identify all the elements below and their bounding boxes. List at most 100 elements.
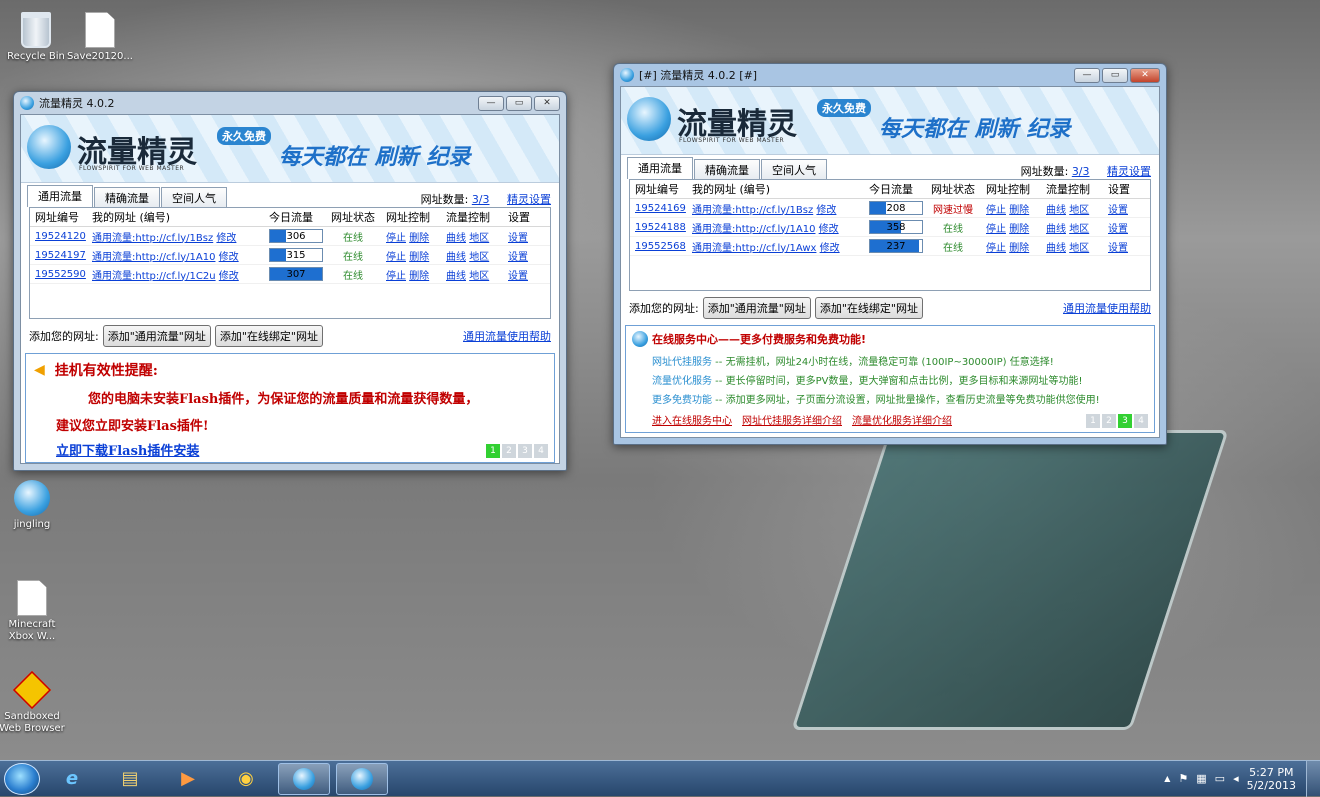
network-icon[interactable]: ▦ <box>1196 772 1206 785</box>
desktop-icon-minecraft[interactable]: Minecraft Xbox W... <box>0 580 68 643</box>
settings-link[interactable]: 精灵设置 <box>507 193 551 206</box>
edit-link[interactable]: 修改 <box>219 271 239 282</box>
url-id-link[interactable]: 19524169 <box>630 203 688 214</box>
url-id-link[interactable]: 19524188 <box>630 222 688 233</box>
close-button[interactable]: ✕ <box>1130 67 1160 83</box>
hosting-detail-link[interactable]: 网址代挂服务详细介绍 <box>742 412 842 427</box>
service-name[interactable]: 网址代挂服务 <box>652 357 712 368</box>
curve-link[interactable]: 曲线 <box>446 233 466 244</box>
setup-link[interactable]: 设置 <box>508 233 528 244</box>
delete-link[interactable]: 删除 <box>1009 224 1029 235</box>
close-button[interactable]: ✕ <box>534 95 560 111</box>
show-hidden-icons-button[interactable]: ▲ <box>1164 774 1170 783</box>
add-online-bind-url-button[interactable]: 添加"在线绑定"网址 <box>814 297 923 319</box>
help-link[interactable]: 通用流量使用帮助 <box>1063 300 1151 316</box>
add-online-bind-url-button[interactable]: 添加"在线绑定"网址 <box>214 325 323 347</box>
desktop-icon-sandboxed-browser[interactable]: Sandboxed Web Browser <box>0 670 68 735</box>
stop-link[interactable]: 停止 <box>386 271 406 282</box>
url-id-link[interactable]: 19524197 <box>30 250 88 261</box>
optimization-detail-link[interactable]: 流量优化服务详细介绍 <box>852 412 952 427</box>
page-button-4[interactable]: 4 <box>534 444 548 458</box>
add-common-url-button[interactable]: 添加"通用流量"网址 <box>702 297 811 319</box>
title-bar[interactable]: [#] 流量精灵 4.0.2 [#] — ▭ ✕ <box>620 64 1160 86</box>
region-link[interactable]: 地区 <box>469 252 489 263</box>
delete-link[interactable]: 删除 <box>409 233 429 244</box>
url-id-link[interactable]: 19552568 <box>630 241 688 252</box>
desktop-icon-save-file[interactable]: Save20120... <box>64 12 136 63</box>
clock[interactable]: 5:27 PM 5/2/2013 <box>1247 766 1296 792</box>
flowspirit-taskbar-button-1[interactable] <box>278 762 330 795</box>
minimize-button[interactable]: — <box>1074 67 1100 83</box>
title-bar[interactable]: 流量精灵 4.0.2 — ▭ ✕ <box>20 92 560 114</box>
edit-link[interactable]: 修改 <box>819 224 839 235</box>
stop-link[interactable]: 停止 <box>986 243 1006 254</box>
setup-link[interactable]: 设置 <box>508 271 528 282</box>
url-link[interactable]: 通用流量:http://cf.ly/1Bsz <box>692 205 813 216</box>
tab-common-traffic[interactable]: 通用流量 <box>27 185 93 207</box>
display-icon[interactable]: ▭ <box>1215 772 1225 785</box>
setup-link[interactable]: 设置 <box>1108 224 1128 235</box>
delete-link[interactable]: 删除 <box>1009 205 1029 216</box>
curve-link[interactable]: 曲线 <box>1046 243 1066 254</box>
stop-link[interactable]: 停止 <box>986 205 1006 216</box>
page-button-2[interactable]: 2 <box>502 444 516 458</box>
edit-link[interactable]: 修改 <box>820 243 840 254</box>
stop-link[interactable]: 停止 <box>386 233 406 244</box>
volume-icon[interactable]: ◂ <box>1233 772 1239 785</box>
curve-link[interactable]: 曲线 <box>1046 224 1066 235</box>
page-button-1[interactable]: 1 <box>1086 414 1100 428</box>
region-link[interactable]: 地区 <box>1069 243 1089 254</box>
maximize-button[interactable]: ▭ <box>506 95 532 111</box>
download-flash-link[interactable]: 立即下载Flash插件安装 <box>26 434 199 459</box>
region-link[interactable]: 地区 <box>469 233 489 244</box>
tab-space-popularity[interactable]: 空间人气 <box>761 159 827 179</box>
delete-link[interactable]: 删除 <box>1009 243 1029 254</box>
file-explorer-icon[interactable]: ▤ <box>104 763 156 795</box>
url-link[interactable]: 通用流量:http://cf.ly/1C2u <box>92 271 216 282</box>
setup-link[interactable]: 设置 <box>508 252 528 263</box>
setup-link[interactable]: 设置 <box>1108 205 1128 216</box>
internet-explorer-icon[interactable]: e <box>46 763 98 795</box>
desktop-icon-recycle-bin[interactable]: Recycle Bin <box>0 12 72 63</box>
region-link[interactable]: 地区 <box>1069 205 1089 216</box>
tab-common-traffic[interactable]: 通用流量 <box>627 157 693 179</box>
chrome-icon[interactable]: ◉ <box>220 763 272 795</box>
page-button-2[interactable]: 2 <box>1102 414 1116 428</box>
delete-link[interactable]: 删除 <box>409 252 429 263</box>
url-count-link[interactable]: 3/3 <box>472 193 490 206</box>
page-button-3[interactable]: 3 <box>518 444 532 458</box>
url-count-link[interactable]: 3/3 <box>1072 165 1090 178</box>
settings-link[interactable]: 精灵设置 <box>1107 165 1151 178</box>
page-button-1[interactable]: 1 <box>486 444 500 458</box>
url-id-link[interactable]: 19524120 <box>30 231 88 242</box>
stop-link[interactable]: 停止 <box>986 224 1006 235</box>
tab-precise-traffic[interactable]: 精确流量 <box>94 187 160 207</box>
edit-link[interactable]: 修改 <box>219 252 239 263</box>
delete-link[interactable]: 删除 <box>409 271 429 282</box>
help-link[interactable]: 通用流量使用帮助 <box>463 328 551 344</box>
maximize-button[interactable]: ▭ <box>1102 67 1128 83</box>
stop-link[interactable]: 停止 <box>386 252 406 263</box>
url-link[interactable]: 通用流量:http://cf.ly/1A10 <box>92 252 215 263</box>
flowspirit-taskbar-button-2[interactable] <box>336 762 388 795</box>
url-link[interactable]: 通用流量:http://cf.ly/1A10 <box>692 224 815 235</box>
minimize-button[interactable]: — <box>478 95 504 111</box>
service-name[interactable]: 流量优化服务 <box>652 376 712 387</box>
service-center-link[interactable]: 进入在线服务中心 <box>652 412 732 427</box>
edit-link[interactable]: 修改 <box>216 233 236 244</box>
curve-link[interactable]: 曲线 <box>446 271 466 282</box>
service-name[interactable]: 更多免费功能 <box>652 395 712 406</box>
action-center-icon[interactable]: ⚑ <box>1178 772 1188 785</box>
region-link[interactable]: 地区 <box>469 271 489 282</box>
page-button-4[interactable]: 4 <box>1134 414 1148 428</box>
edit-link[interactable]: 修改 <box>816 205 836 216</box>
curve-link[interactable]: 曲线 <box>1046 205 1066 216</box>
start-button[interactable] <box>4 762 40 795</box>
url-link[interactable]: 通用流量:http://cf.ly/1Awx <box>692 243 816 254</box>
curve-link[interactable]: 曲线 <box>446 252 466 263</box>
region-link[interactable]: 地区 <box>1069 224 1089 235</box>
url-id-link[interactable]: 19552590 <box>30 269 88 280</box>
desktop-icon-jingling[interactable]: jingling <box>0 480 68 531</box>
media-player-icon[interactable]: ▶ <box>162 763 214 795</box>
page-button-3[interactable]: 3 <box>1118 414 1132 428</box>
